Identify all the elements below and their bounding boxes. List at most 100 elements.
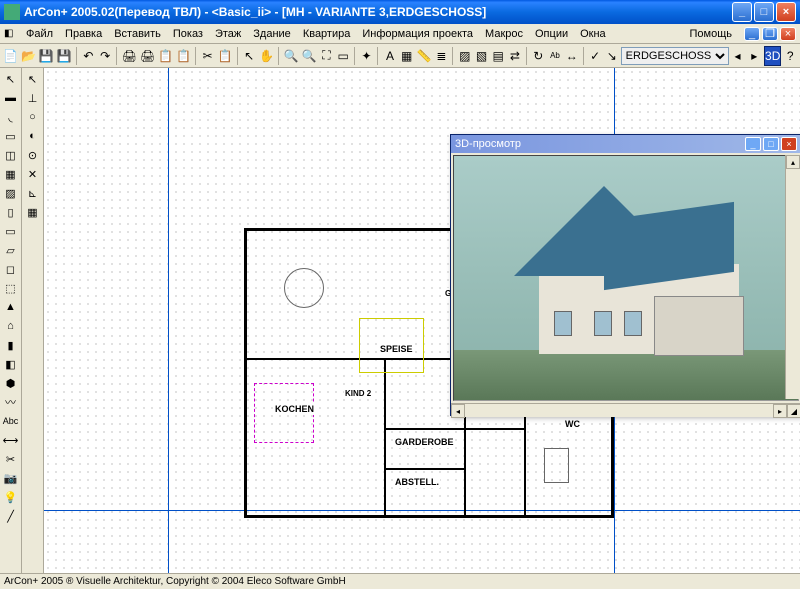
beam-tool[interactable]: ▭ <box>2 222 20 240</box>
path-tool[interactable]: 〰 <box>2 393 20 411</box>
hatch3-button[interactable]: ▤ <box>490 46 506 66</box>
dimension-tool[interactable]: ⟷ <box>2 431 20 449</box>
terrain-tool[interactable]: ⬢ <box>2 374 20 392</box>
snap-mid-tool[interactable]: ◐ <box>24 127 42 145</box>
menu-macros[interactable]: Макрос <box>479 26 529 42</box>
zoom-in-button[interactable]: 🔍 <box>283 46 300 66</box>
zoom-out-button[interactable]: 🔍 <box>301 46 318 66</box>
select-tool[interactable]: ↖ <box>2 70 20 88</box>
close-button[interactable]: × <box>776 2 796 22</box>
check-button[interactable]: ✓ <box>587 46 603 66</box>
menu-windows[interactable]: Окна <box>574 26 612 42</box>
menu-insert[interactable]: Вставить <box>108 26 167 42</box>
slab-tool[interactable]: ▱ <box>2 241 20 259</box>
mdi-close-button[interactable]: × <box>780 27 796 41</box>
roof-tool[interactable]: ▲ <box>2 298 20 316</box>
ortho-tool[interactable]: ⊥ <box>24 89 42 107</box>
import-button[interactable]: 📋 <box>175 46 192 66</box>
door-tool[interactable]: ◫ <box>2 146 20 164</box>
snap-intersect-tool[interactable]: ✕ <box>24 165 42 183</box>
section-tool[interactable]: ✂ <box>2 450 20 468</box>
3d-view-button[interactable]: 3D <box>764 46 781 66</box>
print-preview-button[interactable]: 🖨 <box>139 46 156 66</box>
opening-tool[interactable]: ◻ <box>2 260 20 278</box>
pan-button[interactable]: ✋ <box>258 46 275 66</box>
chimney-tool[interactable]: ▮ <box>2 336 20 354</box>
export-button[interactable]: 📋 <box>157 46 174 66</box>
menu-flat[interactable]: Квартира <box>297 26 357 42</box>
text-button[interactable]: A <box>382 46 398 66</box>
floor-next-button[interactable]: ▸ <box>746 46 762 66</box>
cursor-button[interactable]: ↖ <box>241 46 257 66</box>
hatch1-button[interactable]: ▨ <box>457 46 473 66</box>
menu-view[interactable]: Показ <box>167 26 209 42</box>
mdi-minimize-button[interactable]: _ <box>744 27 760 41</box>
pointer-tool[interactable]: ↖ <box>24 70 42 88</box>
zoom-window-button[interactable]: ▭ <box>335 46 351 66</box>
snap-center-tool[interactable]: ⊙ <box>24 146 42 164</box>
hatch-tool[interactable]: ▨ <box>2 184 20 202</box>
grid-button[interactable]: ▦ <box>399 46 415 66</box>
3d-scrollbar-v[interactable]: ▴ <box>785 155 799 399</box>
menu-floor[interactable]: Этаж <box>209 26 247 42</box>
snap-endpoint-tool[interactable]: ○ <box>24 108 42 126</box>
menu-building[interactable]: Здание <box>247 26 297 42</box>
rotate-button[interactable]: ↻ <box>530 46 546 66</box>
save-button[interactable]: 💾 <box>38 46 55 66</box>
wall-tool[interactable]: ▬ <box>2 89 20 107</box>
floor-select[interactable]: ERDGESCHOSS <box>621 47 729 65</box>
new-button[interactable]: 📄 <box>2 46 19 66</box>
text-tool[interactable]: Abc <box>2 412 20 430</box>
mdi-restore-button[interactable]: ❐ <box>762 27 778 41</box>
dormer-tool[interactable]: ⌂ <box>2 317 20 335</box>
arrow-button[interactable]: ↘ <box>604 46 620 66</box>
3d-canvas[interactable] <box>453 155 799 401</box>
measure-button[interactable]: ↔ <box>564 46 580 66</box>
scroll-up-icon[interactable]: ▴ <box>786 155 800 169</box>
copy-button[interactable]: ✂ <box>200 46 216 66</box>
menu-help[interactable]: Помощь <box>684 26 739 42</box>
3d-min-button[interactable]: _ <box>745 137 761 151</box>
drawing-canvas[interactable]: ⇡ SPEISE KOCHEN GARDEROBE ABSTELL. FLUR … <box>44 68 800 573</box>
line-tool[interactable]: ╱ <box>2 507 20 525</box>
stair-tool[interactable]: ⬚ <box>2 279 20 297</box>
print-button[interactable]: 🖨 <box>121 46 138 66</box>
maximize-button[interactable]: □ <box>754 2 774 22</box>
hatch2-button[interactable]: ▧ <box>474 46 490 66</box>
menu-options[interactable]: Опции <box>529 26 574 42</box>
3d-scrollbar-h[interactable]: ◂ ▸ ◢ <box>451 403 800 417</box>
3d-preview-window[interactable]: 3D-просмотр _ □ × ▴ ◂ ▸ <box>450 134 800 416</box>
3d-preview-titlebar[interactable]: 3D-просмотр _ □ × <box>451 135 800 153</box>
curve-wall-tool[interactable]: ◟ <box>2 108 20 126</box>
snap-button[interactable]: ✦ <box>359 46 375 66</box>
scroll-right-icon[interactable]: ▸ <box>773 404 787 418</box>
snap-perp-tool[interactable]: ⊾ <box>24 184 42 202</box>
floor-prev-button[interactable]: ◂ <box>730 46 746 66</box>
saveas-button[interactable]: 💾 <box>56 46 73 66</box>
3d-close-button[interactable]: × <box>781 137 797 151</box>
room-tool[interactable]: ◧ <box>2 355 20 373</box>
mirror-button[interactable]: ⇄ <box>507 46 523 66</box>
label-button[interactable]: Ab <box>547 46 563 66</box>
paste-button[interactable]: 📋 <box>217 46 234 66</box>
layers-button[interactable]: ≣ <box>434 46 450 66</box>
grid-tool[interactable]: ▦ <box>2 165 20 183</box>
zoom-fit-button[interactable]: ⛶ <box>319 46 335 66</box>
menu-edit[interactable]: Правка <box>59 26 108 42</box>
camera-tool[interactable]: 📷 <box>2 469 20 487</box>
redo-button[interactable]: ↷ <box>97 46 113 66</box>
light-tool[interactable]: 💡 <box>2 488 20 506</box>
room-label-kochen: KOCHEN <box>274 403 315 415</box>
menu-projinfo[interactable]: Информация проекта <box>356 26 479 42</box>
3d-max-button[interactable]: □ <box>763 137 779 151</box>
window-tool[interactable]: ▭ <box>2 127 20 145</box>
menu-file[interactable]: Файл <box>20 26 59 42</box>
snap-grid-tool[interactable]: ▦ <box>24 203 42 221</box>
ruler-button[interactable]: 📏 <box>416 46 433 66</box>
minimize-button[interactable]: _ <box>732 2 752 22</box>
scroll-left-icon[interactable]: ◂ <box>451 404 465 418</box>
open-button[interactable]: 📂 <box>20 46 37 66</box>
undo-button[interactable]: ↶ <box>81 46 97 66</box>
help-button[interactable]: ? <box>782 46 798 66</box>
column-tool[interactable]: ▯ <box>2 203 20 221</box>
